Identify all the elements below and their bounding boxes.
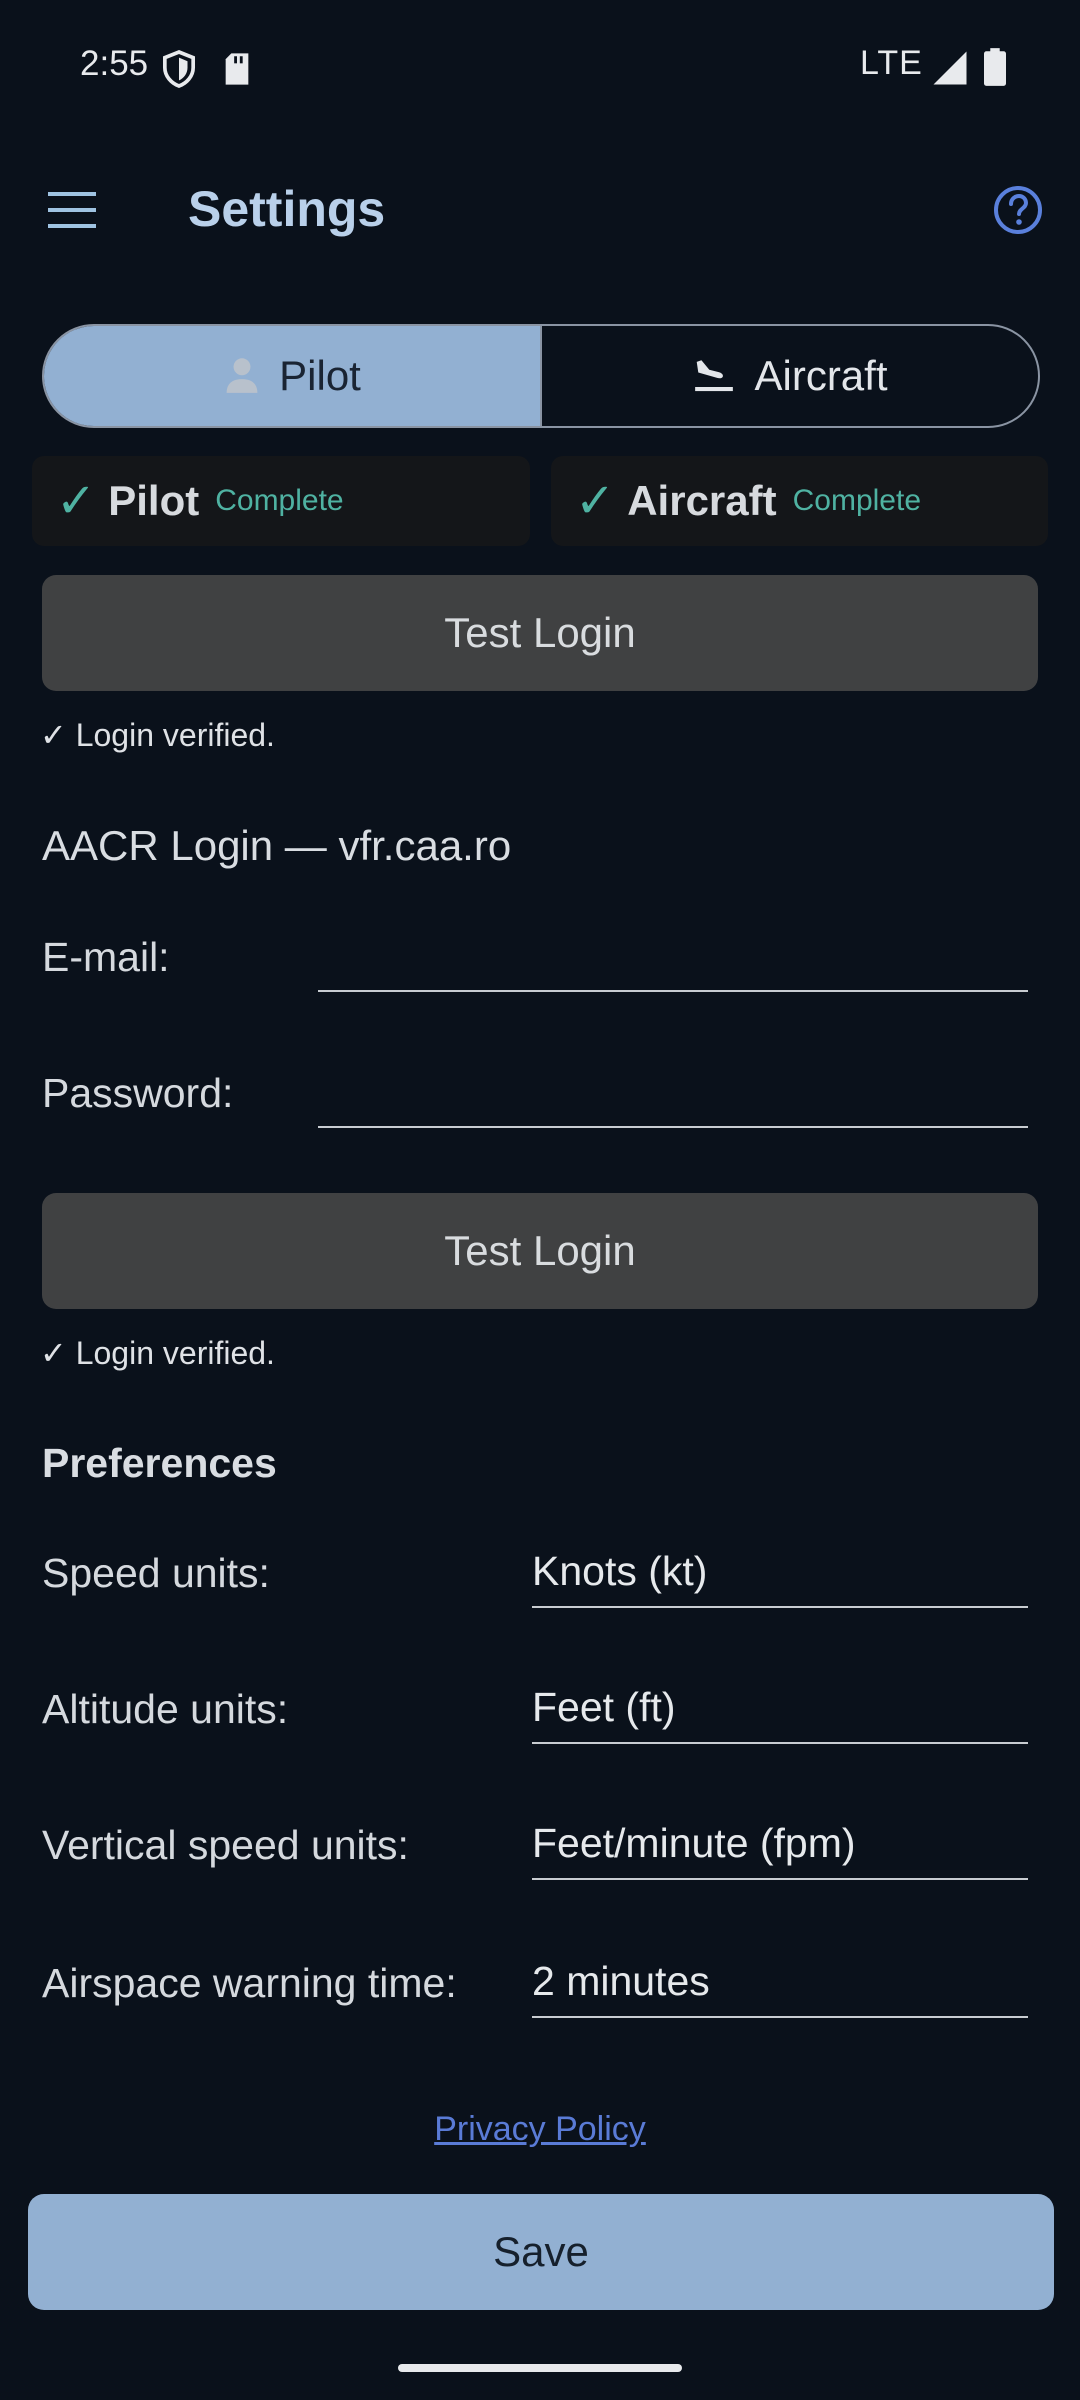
pilot-status-card: ✓ Pilot Complete — [32, 456, 530, 546]
password-label: Password: — [42, 1070, 234, 1116]
aircraft-status-name: Aircraft — [627, 477, 777, 524]
check-icon: ✓ — [575, 475, 616, 528]
privacy-policy-link[interactable]: Privacy Policy — [0, 2110, 1080, 2149]
person-icon — [226, 358, 258, 393]
home-indicator[interactable] — [398, 2364, 682, 2372]
page-title: Settings — [188, 181, 386, 237]
altitude-units-label: Altitude units: — [42, 1686, 289, 1732]
aircraft-status-card: ✓ Aircraft Complete — [551, 456, 1048, 546]
preferences-title: Preferences — [42, 1440, 277, 1486]
status-time: 2:55 — [80, 44, 149, 83]
help-icon[interactable] — [990, 182, 1046, 238]
pilot-status-state: Complete — [215, 484, 344, 517]
aacr-test-login-button[interactable]: Test Login — [42, 1193, 1038, 1309]
tab-bar: Pilot Aircraft — [42, 324, 1040, 428]
save-button[interactable]: Save — [28, 2194, 1054, 2310]
vertical-speed-units-select[interactable]: Feet/minute (fpm) — [532, 1816, 1028, 1880]
login-verified-status: ✓ Login verified. — [40, 717, 275, 753]
password-field[interactable] — [318, 1066, 1028, 1128]
signal-icon — [933, 51, 967, 85]
test-login-button[interactable]: Test Login — [42, 575, 1038, 691]
airspace-warning-time-select[interactable]: 2 minutes — [532, 1954, 1028, 2018]
tab-pilot[interactable]: Pilot — [44, 326, 542, 426]
airspace-warning-time-label: Airspace warning time: — [42, 1960, 457, 2006]
battery-icon — [984, 48, 1006, 86]
email-label: E-mail: — [42, 934, 170, 980]
sd-card-icon — [225, 53, 249, 85]
check-icon: ✓ — [56, 475, 97, 528]
airplane-landing-icon — [695, 360, 734, 392]
speed-units-select[interactable]: Knots (kt) — [532, 1544, 1028, 1608]
pilot-status-name: Pilot — [108, 477, 200, 524]
aacr-login-title: AACR Login — vfr.caa.ro — [42, 822, 512, 869]
tab-aircraft-label: Aircraft — [754, 352, 888, 399]
altitude-units-select[interactable]: Feet (ft) — [532, 1680, 1028, 1744]
email-field[interactable] — [318, 930, 1028, 992]
network-type: LTE — [860, 44, 923, 82]
speed-units-label: Speed units: — [42, 1550, 270, 1596]
menu-icon[interactable] — [42, 182, 104, 238]
aircraft-status-state: Complete — [792, 484, 922, 517]
tab-pilot-label: Pilot — [279, 352, 361, 399]
shield-icon — [162, 50, 196, 88]
tab-aircraft[interactable]: Aircraft — [542, 326, 1038, 426]
vertical-speed-units-label: Vertical speed units: — [42, 1822, 409, 1868]
aacr-login-verified-status: ✓ Login verified. — [40, 1335, 275, 1371]
